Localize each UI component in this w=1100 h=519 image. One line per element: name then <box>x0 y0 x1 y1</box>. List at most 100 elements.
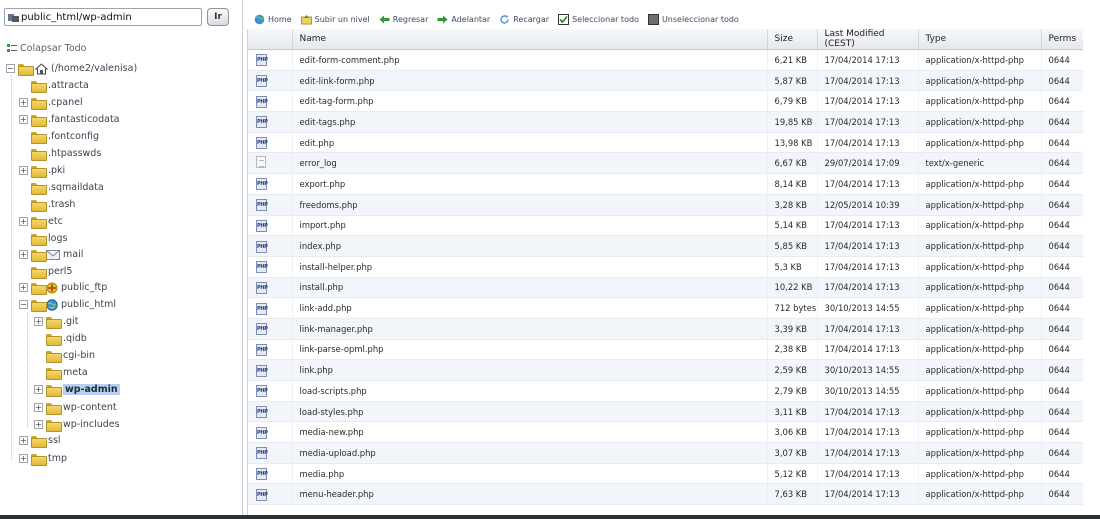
cell-name[interactable]: install.php <box>292 277 768 299</box>
cell-name[interactable]: load-scripts.php <box>292 380 768 402</box>
cell-modified: 17/04/2014 17:13 <box>817 401 919 423</box>
expand-toggle-icon[interactable]: + <box>34 420 43 429</box>
expand-toggle-icon[interactable]: + <box>19 166 28 175</box>
tree-item-fantasticodata[interactable]: + .fantasticodata <box>19 112 120 127</box>
tree-item-qidb[interactable]: .qidb <box>34 331 87 346</box>
header-type[interactable]: Type <box>918 29 1042 50</box>
tree-item-pki[interactable]: + .pki <box>19 163 65 178</box>
table-row[interactable]: PHP edit-form-comment.php 6,21 KB 17/04/201… <box>248 49 1083 71</box>
expand-toggle-icon[interactable]: + <box>19 115 28 124</box>
cell-name[interactable]: error_log <box>292 152 768 175</box>
cell-name[interactable]: menu-header.php <box>292 483 768 506</box>
expand-toggle-icon[interactable]: + <box>19 283 28 292</box>
table-row[interactable]: PHP link.php 2,59 KB 30/10/2013 14:55 applic… <box>248 359 1083 381</box>
table-row[interactable]: PHP media.php 5,12 KB 17/04/2014 17:13 appli… <box>248 463 1083 485</box>
tree-item-perl5[interactable]: perl5 <box>19 264 72 279</box>
table-row[interactable]: PHP edit-tag-form.php 6,79 KB 17/04/2014 17… <box>248 90 1083 113</box>
tree-item-meta[interactable]: meta <box>34 365 88 380</box>
expand-toggle-icon[interactable]: + <box>19 454 28 463</box>
cell-name[interactable]: media-upload.php <box>292 442 768 464</box>
table-row[interactable]: PHP load-scripts.php 2,79 KB 30/10/2013 14:… <box>248 380 1083 402</box>
tree-item-wp-includes[interactable]: + wp-includes <box>34 417 120 432</box>
table-row[interactable]: PHP install.php 10,22 KB 17/04/2014 17:13 ap… <box>248 277 1083 299</box>
select-all-button[interactable]: Seleccionar todo <box>558 13 639 25</box>
cell-name[interactable]: media-new.php <box>292 421 768 444</box>
cell-name[interactable]: edit.php <box>292 132 768 154</box>
collapse-all-link[interactable]: Colapsar Todo <box>6 41 86 55</box>
tree-item-sqmaildata[interactable]: .sqmaildata <box>19 180 104 195</box>
tree-item-trash[interactable]: .trash <box>19 197 75 212</box>
tree-item-tmp[interactable]: + tmp <box>19 451 67 466</box>
header-last-modified[interactable]: Last Modified (CEST) <box>817 29 919 50</box>
path-input[interactable] <box>21 10 199 24</box>
table-row[interactable]: PHP link-add.php 712 bytes 30/10/2013 14:55… <box>248 297 1083 319</box>
cell-name[interactable]: freedoms.php <box>292 194 768 216</box>
header-size[interactable]: Size <box>767 29 818 50</box>
table-row[interactable]: PHP load-styles.php 3,11 KB 17/04/2014 17:1… <box>248 401 1083 423</box>
table-row[interactable]: PHP edit.php 13,98 KB 17/04/2014 17:13 appli… <box>248 132 1083 154</box>
collapse-toggle-icon[interactable]: − <box>6 64 15 73</box>
header-name[interactable]: Name <box>292 29 768 50</box>
expand-toggle-icon[interactable]: + <box>19 436 28 445</box>
table-row[interactable]: PHP media-upload.php 3,07 KB 17/04/2014 17:… <box>248 442 1083 464</box>
header-perms[interactable]: Perms <box>1041 29 1083 50</box>
table-row[interactable]: PHP install-helper.php 5,3 KB 17/04/2014 17… <box>248 256 1083 278</box>
expand-toggle-icon[interactable]: + <box>19 250 28 259</box>
cell-name[interactable]: edit-link-form.php <box>292 70 768 92</box>
table-row[interactable]: PHP menu-header.php 7,63 KB 17/04/2014 17:1… <box>248 483 1083 506</box>
cell-name[interactable]: export.php <box>292 173 768 195</box>
expand-toggle-icon[interactable]: + <box>34 385 43 394</box>
table-row[interactable]: PHP edit-tags.php 19,85 KB 17/04/2014 17:13… <box>248 111 1083 133</box>
reload-button[interactable]: Recargar <box>499 14 549 25</box>
tree-item-attracta[interactable]: .attracta <box>19 78 89 93</box>
go-button[interactable]: Ir <box>207 8 229 26</box>
forward-button[interactable]: Adelantar <box>437 14 490 25</box>
tree-item-ssl[interactable]: + ssl <box>19 433 61 448</box>
cell-name[interactable]: install-helper.php <box>292 256 768 278</box>
tree-item-htpasswds[interactable]: .htpasswds <box>19 146 101 161</box>
tree-item-wp-content[interactable]: + wp-content <box>34 400 117 415</box>
tree-root[interactable]: − (/home2/valenisa) <box>6 61 137 76</box>
expand-toggle-icon[interactable]: + <box>34 403 43 412</box>
tree-item-git[interactable]: + .git <box>34 314 78 329</box>
tree-item-mail[interactable]: + mail <box>19 247 83 262</box>
cell-name[interactable]: edit-tags.php <box>292 111 768 133</box>
cell-name[interactable]: edit-form-comment.php <box>292 49 768 71</box>
cell-name[interactable]: index.php <box>292 235 768 257</box>
collapse-toggle-icon[interactable]: − <box>19 300 28 309</box>
back-button[interactable]: Regresar <box>379 14 428 25</box>
tree-item-wp-admin[interactable]: + wp-admin <box>34 382 120 397</box>
cell-name[interactable]: link-manager.php <box>292 318 768 340</box>
table-row[interactable]: PHP export.php 8,14 KB 17/04/2014 17:13 appl… <box>248 173 1083 195</box>
table-row[interactable]: PHP link-manager.php 3,39 KB 17/04/2014 17:… <box>248 318 1083 340</box>
cell-size: 19,85 KB <box>767 111 818 133</box>
cell-name[interactable]: link-add.php <box>292 297 768 319</box>
unselect-all-button[interactable]: Unseleccionar todo <box>647 13 739 25</box>
expand-toggle-icon[interactable]: + <box>19 217 28 226</box>
expand-toggle-icon[interactable]: + <box>34 317 43 326</box>
expand-toggle-icon[interactable]: + <box>19 98 28 107</box>
tree-item-cgi-bin[interactable]: cgi-bin <box>34 348 95 363</box>
up-one-level-button[interactable]: Subir un nivel <box>300 14 370 25</box>
cell-name[interactable]: load-styles.php <box>292 401 768 423</box>
table-row[interactable]: error_log 6,67 KB 29/07/2014 17:09 text/x-g… <box>248 152 1083 175</box>
table-row[interactable]: PHP link-parse-opml.php 2,38 KB 17/04/2014 … <box>248 339 1083 361</box>
tree-item-cpanel[interactable]: + .cpanel <box>19 95 83 110</box>
tree-item-fontconfig[interactable]: .fontconfig <box>19 129 99 144</box>
table-row[interactable]: PHP import.php 5,14 KB 17/04/2014 17:13 appl… <box>248 215 1083 237</box>
table-row[interactable]: PHP index.php 5,85 KB 17/04/2014 17:13 appli… <box>248 235 1083 257</box>
table-row[interactable]: PHP freedoms.php 3,28 KB 12/05/2014 10:39 ap… <box>248 194 1083 216</box>
cell-name[interactable]: media.php <box>292 463 768 485</box>
tree-item-public-html[interactable]: − public_html <box>19 297 116 312</box>
tree-item-label: .git <box>63 316 79 327</box>
cell-name[interactable]: link-parse-opml.php <box>292 339 768 361</box>
tree-item-public-ftp[interactable]: + public_ftp <box>19 280 107 295</box>
tree-item-logs[interactable]: logs <box>19 231 67 246</box>
table-row[interactable]: PHP edit-link-form.php 5,87 KB 17/04/2014 1… <box>248 70 1083 92</box>
tree-item-etc[interactable]: + etc <box>19 214 63 229</box>
cell-name[interactable]: import.php <box>292 215 768 237</box>
cell-name[interactable]: link.php <box>292 359 768 381</box>
cell-name[interactable]: edit-tag-form.php <box>292 90 768 113</box>
home-button[interactable]: Home <box>254 14 292 25</box>
table-row[interactable]: PHP media-new.php 3,06 KB 17/04/2014 17:13 a… <box>248 421 1083 444</box>
